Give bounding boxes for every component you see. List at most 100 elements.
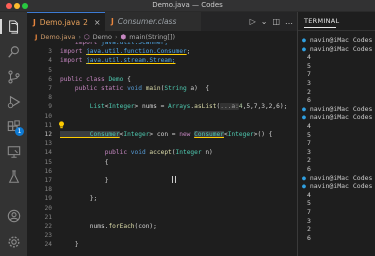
- terminal-output-line: 3: [307, 147, 311, 156]
- code-token: Arrays: [168, 103, 191, 111]
- code-token: nums.: [60, 223, 109, 230]
- code-line[interactable]: 19 };: [27, 195, 297, 204]
- code-line[interactable]: 23: [27, 232, 297, 241]
- code-line[interactable]: 22 nums.forEach(con);: [27, 223, 297, 232]
- code-line[interactable]: 16: [27, 168, 297, 177]
- split-editor-icon[interactable]: ◫: [272, 17, 280, 26]
- code-line[interactable]: 14 public void accept(Integer n): [27, 149, 297, 158]
- tab-label: Consumer.class: [117, 17, 177, 26]
- active-tab-indicator: [304, 27, 336, 28]
- command-status-icon[interactable]: ●: [302, 174, 310, 182]
- code-token: Demo: [108, 75, 128, 83]
- code-token: public: [60, 75, 87, 83]
- code-token: class: [86, 75, 109, 83]
- source-control-icon[interactable]: [6, 69, 21, 84]
- code-line[interactable]: 12 Consumer<Integer> con = new Consumer<…: [27, 131, 297, 140]
- command-status-icon[interactable]: ●: [302, 45, 310, 53]
- code-token: Consumer: [60, 131, 120, 138]
- run-icon[interactable]: ▷: [250, 17, 256, 26]
- command-status-icon[interactable]: ●: [302, 105, 310, 113]
- code-text: import java.util.function.Consumer;: [60, 48, 190, 55]
- terminal-output-line: 7: [307, 139, 311, 148]
- run-dropdown-icon[interactable]: ⌄: [261, 17, 268, 26]
- code-line[interactable]: 18: [27, 186, 297, 195]
- tab-demo-java[interactable]: J Demo.java 2 ×: [27, 12, 105, 31]
- code-line[interactable]: 20: [27, 205, 297, 214]
- testing-icon[interactable]: [6, 169, 21, 184]
- terminal-output-line: 2: [307, 156, 311, 165]
- code-line[interactable]: 4 import java.util.stream.Stream;: [27, 57, 297, 66]
- editor-actions: ▷ ⌄ ◫ …: [250, 12, 293, 31]
- terminal-output-line: 6: [307, 96, 311, 105]
- code-editor[interactable]: import java.util.Scanner; 3 import java.ut…: [27, 42, 297, 256]
- more-actions-icon[interactable]: …: [285, 17, 293, 26]
- terminal-tab[interactable]: TERMINAL: [304, 17, 339, 25]
- tab-consumer-class[interactable]: J Consumer.class: [105, 12, 201, 31]
- command-status-icon[interactable]: ●: [302, 36, 310, 44]
- code-line[interactable]: import java.util.Scanner;: [27, 42, 297, 48]
- tab-label: Demo.java: [39, 17, 81, 27]
- close-tab-icon[interactable]: ×: [94, 18, 101, 27]
- code-line[interactable]: 9 List<Integer> nums = Arrays.asList(...…: [27, 103, 297, 112]
- java-file-icon: J: [111, 17, 114, 26]
- code-text: }: [60, 241, 79, 248]
- code-line[interactable]: 8: [27, 94, 297, 103]
- code-line[interactable]: 13: [27, 140, 297, 149]
- code-token: accept: [149, 149, 172, 157]
- explorer-icon[interactable]: [0, 19, 21, 34]
- code-line[interactable]: 7 public static void main(String a) {: [27, 85, 297, 94]
- code-line[interactable]: 3 import java.util.function.Consumer;: [27, 48, 297, 57]
- editor-tabs: J Demo.java 2 × J Consumer.class ▷ ⌄ ◫ …: [27, 12, 297, 31]
- line-number: 22: [44, 223, 52, 230]
- chevron-right-icon: ›: [114, 32, 118, 41]
- terminal-prompt: ● navin@iMac Codes %: [302, 104, 375, 113]
- tab-error-count: 2: [83, 17, 88, 27]
- lightbulb-icon[interactable]: [58, 121, 65, 129]
- terminal-output-line: 5: [307, 199, 311, 208]
- line-number: 12: [44, 131, 52, 138]
- code-token: > con =: [149, 131, 180, 138]
- line-number: 7: [48, 85, 52, 92]
- code-line[interactable]: 15 {: [27, 159, 297, 168]
- code-token: (con);: [134, 223, 157, 230]
- code-text: import java.util.Scanner;: [60, 42, 168, 46]
- terminal-prompt: ● navin@iMac Codes %: [302, 44, 375, 53]
- terminal-output-line: 4: [307, 122, 311, 130]
- extensions-icon[interactable]: 1: [6, 119, 24, 136]
- account-icon[interactable]: [6, 208, 21, 223]
- code-line[interactable]: 17 }: [27, 177, 297, 186]
- terminal-output-line: 3: [307, 79, 311, 87]
- code-line[interactable]: 5: [27, 67, 297, 76]
- code-text: List<Integer> nums = Arrays.asList(...a:…: [60, 103, 287, 111]
- code-token: import: [60, 48, 87, 56]
- code-token: >() {: [253, 131, 273, 138]
- code-token: public: [60, 85, 101, 92]
- breadcrumb-class[interactable]: Demo: [93, 33, 112, 41]
- run-debug-icon[interactable]: [6, 94, 21, 109]
- java-file-icon: J: [33, 17, 36, 27]
- code-token: {: [60, 158, 109, 166]
- manage-gear-icon[interactable]: [6, 234, 21, 249]
- terminal-output-line: 4: [307, 53, 311, 62]
- command-status-icon[interactable]: ●: [302, 113, 310, 121]
- code-token: Consumer: [194, 131, 224, 138]
- terminal-panel[interactable]: TERMINAL ● navin@iMac Codes % ● navin@iMa…: [298, 12, 375, 256]
- line-number: 23: [44, 232, 52, 240]
- code-text: }: [60, 177, 109, 184]
- code-token: {: [127, 75, 131, 83]
- code-line[interactable]: 6 public class Demo {: [27, 76, 297, 85]
- remote-explorer-icon[interactable]: [6, 144, 21, 159]
- terminal-prompt: ● navin@iMac Codes %: [302, 182, 375, 191]
- code-text: {: [60, 158, 109, 166]
- code-line[interactable]: 11: [27, 122, 297, 131]
- search-icon[interactable]: [6, 44, 21, 59]
- code-line[interactable]: 21: [27, 214, 297, 223]
- terminal-output-line: 3: [307, 216, 311, 225]
- breadcrumb-method[interactable]: main(String[]): [129, 33, 175, 41]
- line-number: 15: [44, 158, 52, 166]
- command-status-icon[interactable]: ●: [302, 182, 310, 190]
- code-line[interactable]: 10: [27, 113, 297, 122]
- code-token: n): [201, 149, 213, 157]
- breadcrumb-file[interactable]: Demo.java: [40, 33, 75, 41]
- code-line[interactable]: 24 }: [27, 241, 297, 250]
